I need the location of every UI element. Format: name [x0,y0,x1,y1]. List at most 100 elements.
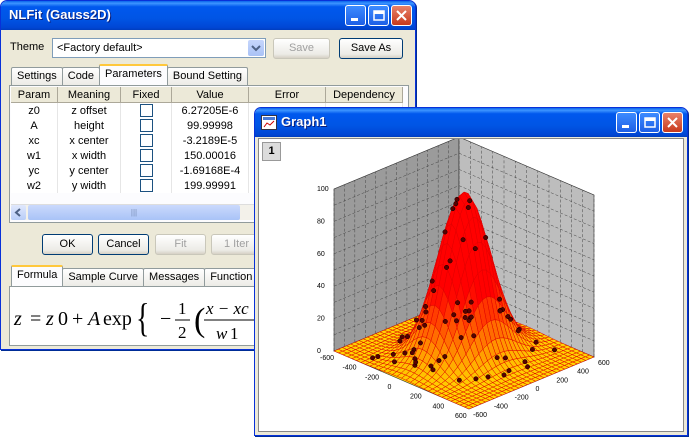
x-tick-label: -600 [320,355,334,362]
data-point [450,206,456,212]
maximize-button[interactable] [639,112,660,133]
theme-select[interactable]: <Factory default> [52,38,266,58]
param-meaning: z offset [57,102,121,118]
layer-indicator[interactable]: 1 [262,142,281,161]
data-point [422,322,428,328]
data-point [508,316,514,322]
param-meaning: x width [57,148,121,163]
svg-text:A: A [86,308,101,330]
tab-formula[interactable]: Formula [11,265,64,286]
graph-canvas[interactable]: 1 0 20 40 60 80 100 -600 -400 -200 0 200 400 600 600 4… [258,136,684,432]
data-point [462,308,468,314]
x-tick-label: 0 [388,384,392,391]
param-value[interactable]: 199.99991 [171,178,249,193]
theme-value: <Factory default> [57,42,143,54]
maximize-button[interactable] [368,5,389,26]
svg-text:{: { [136,296,149,340]
save-button[interactable]: Save [273,38,330,59]
surface-plot: 0 20 40 60 80 100 -600 -400 -200 0 200 400 600 600 400… [317,136,610,420]
data-point [423,309,429,315]
z-tick-label: 100 [317,186,329,193]
data-point [390,351,396,357]
col-header-dependency[interactable]: Dependency [325,87,403,103]
data-point [467,198,473,204]
y-tick-label: 600 [598,360,610,367]
data-point [397,338,403,344]
data-point [442,229,448,235]
param-name: xc [11,133,58,148]
tab-messages[interactable]: Messages [143,268,206,286]
param-value[interactable]: -1.69168E-4 [171,163,249,178]
param-meaning: x center [57,133,121,148]
formula-image: z = z0 + A exp { − 1 2 ( x − xc w1 ) [13,296,260,343]
svg-text:(: ( [194,302,205,339]
x-tick-label: -400 [343,365,357,372]
ok-button[interactable]: OK [42,234,93,255]
graph-window: Graph1 1 0 20 40 60 80 100 -600 -400 -200 0 200 400… [254,107,688,436]
data-point [501,372,507,378]
cancel-button[interactable]: Cancel [98,234,149,255]
nlfit-titlebar[interactable]: NLFit (Gauss2D) [1,1,415,30]
data-point [402,350,408,356]
data-point [460,237,466,243]
fit-button[interactable]: Fit [155,234,206,255]
data-point [515,328,521,334]
param-value[interactable]: 6.27205E-6 [171,102,249,118]
data-point [429,278,435,284]
svg-text:0: 0 [58,308,68,330]
tab-code[interactable]: Code [61,67,101,85]
scroll-thumb[interactable]: ||| [28,205,240,220]
param-value[interactable]: 99.99998 [171,118,249,133]
tab-parameters[interactable]: Parameters [99,64,168,85]
data-point [454,196,460,202]
col-header-meaning[interactable]: Meaning [57,87,121,103]
save-as-button[interactable]: Save As [339,38,403,59]
param-name: A [11,118,58,133]
param-meaning: height [57,118,121,133]
fixed-checkbox[interactable] [139,119,153,132]
data-point [497,308,503,314]
data-point [370,355,376,361]
col-header-value[interactable]: Value [171,87,249,103]
col-header-error[interactable]: Error [248,87,326,103]
fixed-checkbox[interactable] [139,164,153,177]
svg-text:1: 1 [178,299,187,318]
svg-text:z: z [45,308,54,330]
data-point [442,319,448,324]
svg-text:x − xc: x − xc [205,299,249,318]
tab-settings[interactable]: Settings [11,67,63,85]
param-value[interactable]: 150.00016 [171,148,249,163]
data-point [409,350,415,356]
data-point [494,355,500,361]
tab-sample-curve[interactable]: Sample Curve [62,268,145,286]
fixed-checkbox[interactable] [139,179,153,192]
svg-text:1: 1 [230,324,239,343]
close-button[interactable] [662,112,683,133]
x-tick-label: 600 [455,413,467,420]
data-point [454,318,459,324]
fixed-checkbox[interactable] [139,149,153,162]
data-point [465,205,471,210]
data-point [444,264,450,270]
y-tick-label: 0 [536,386,540,393]
scroll-left-icon[interactable] [11,205,26,220]
minimize-button[interactable] [345,5,366,26]
param-meaning: y width [57,178,121,193]
col-header-fixed[interactable]: Fixed [120,87,172,103]
fixed-checkbox[interactable] [139,104,153,117]
data-point [399,334,405,340]
z-tick-label: 60 [317,251,325,258]
y-tick-label: -200 [515,395,529,402]
minimize-button[interactable] [616,112,637,133]
graph-titlebar[interactable]: Graph1 [255,108,687,137]
data-point [375,354,381,359]
tab-bound-setting[interactable]: Bound Setting [166,67,249,85]
fixed-checkbox[interactable] [139,134,153,147]
z-tick-label: 0 [317,348,321,355]
data-point [483,235,489,240]
chevron-down-icon[interactable] [248,40,264,56]
col-header-param[interactable]: Param [11,87,58,103]
param-value[interactable]: -3.2189E-5 [171,133,249,148]
close-button[interactable] [391,5,412,26]
param-name: z0 [11,102,58,118]
